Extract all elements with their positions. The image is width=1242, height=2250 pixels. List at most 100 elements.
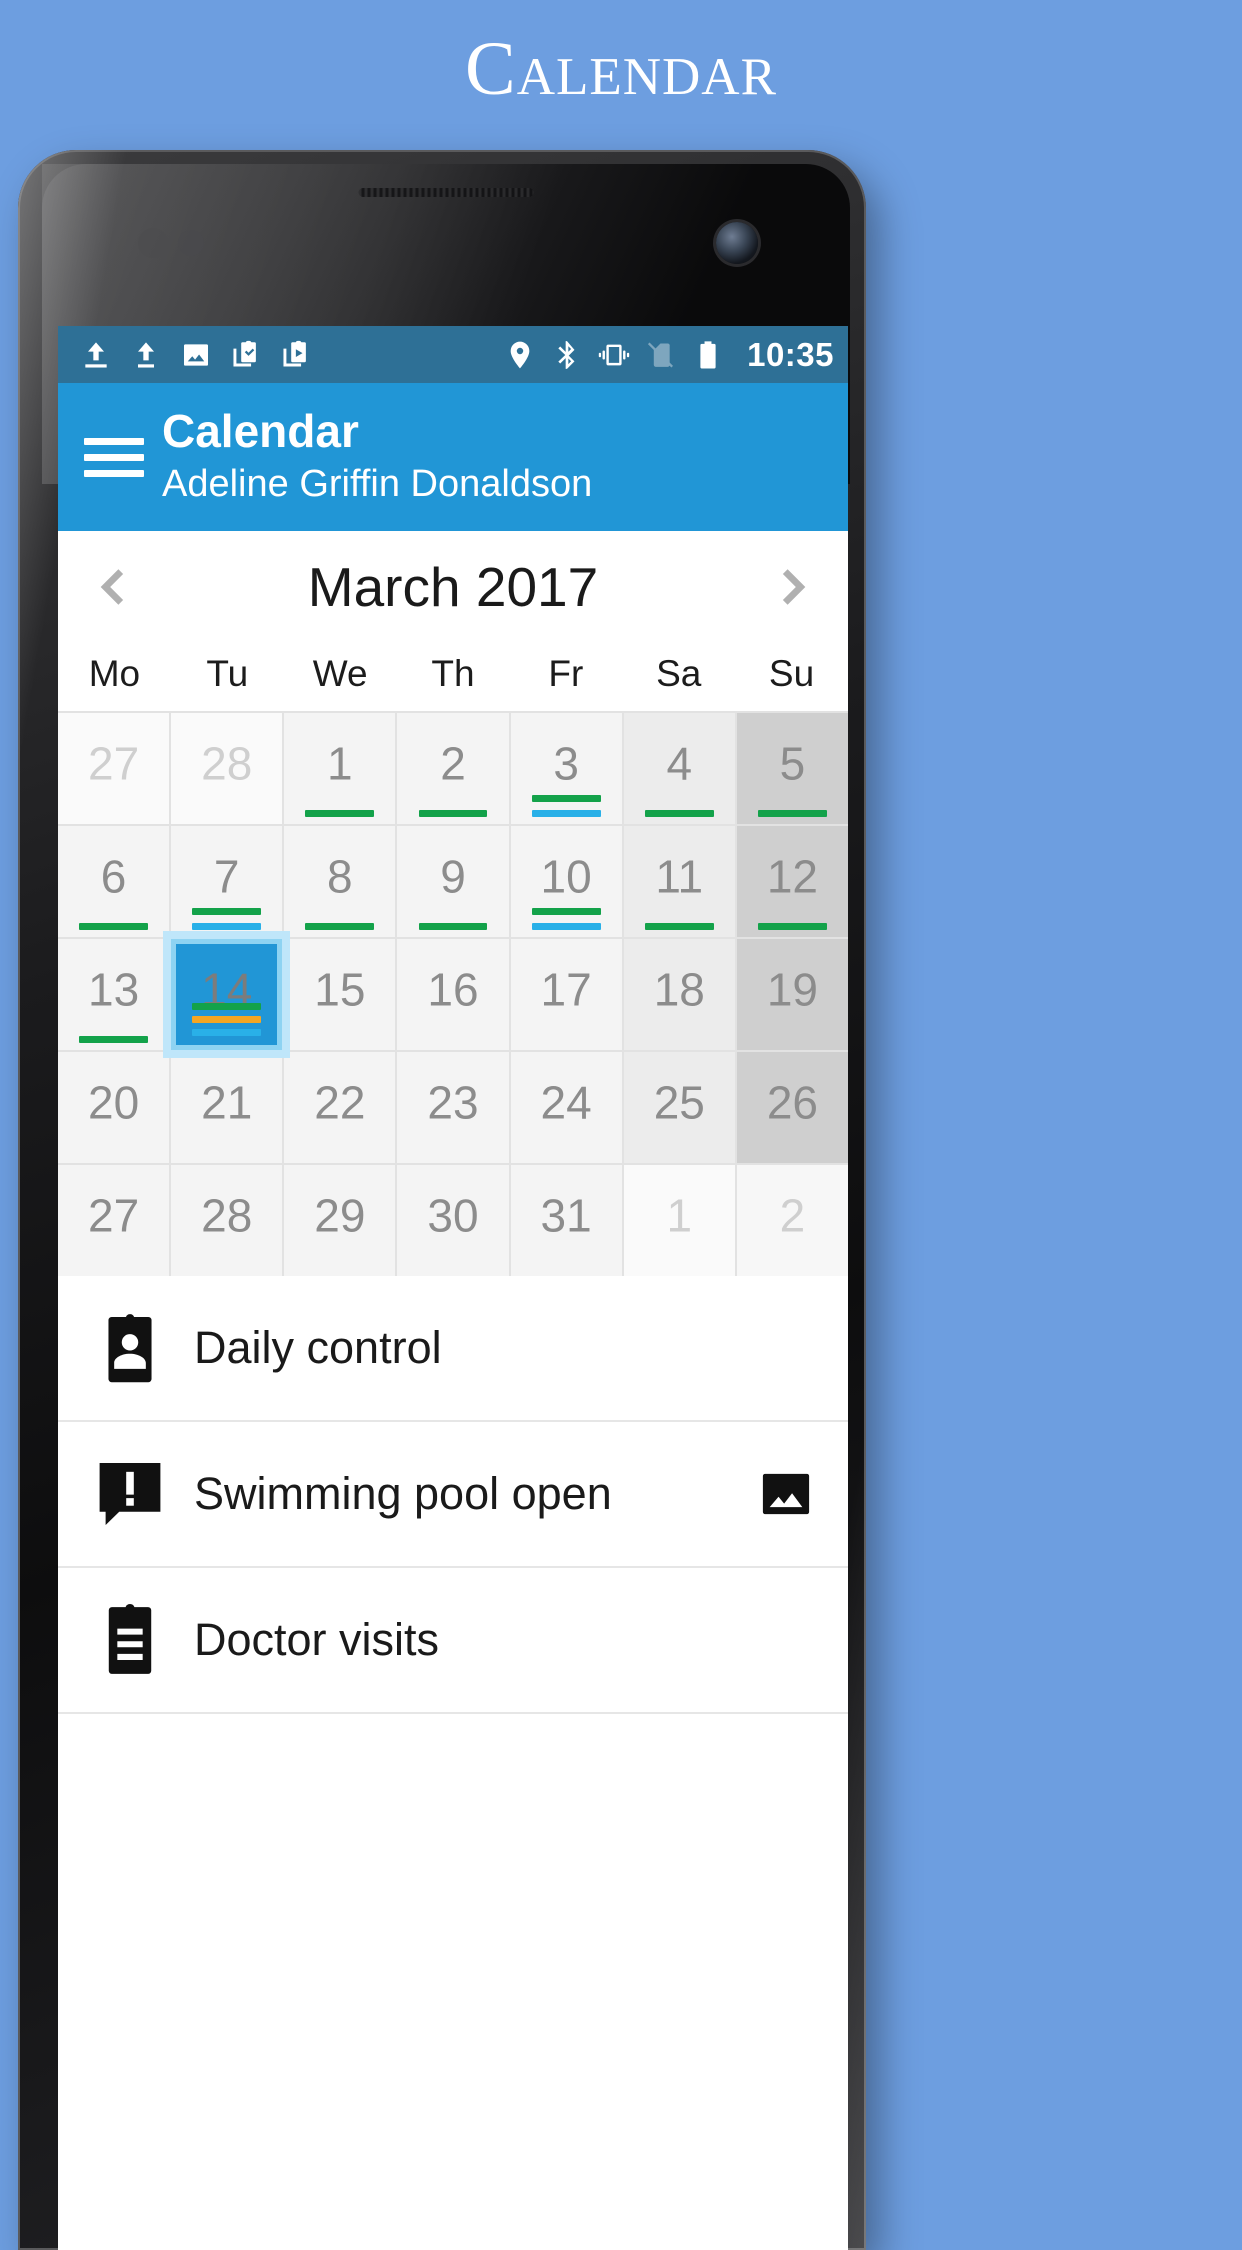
upload-icon [85,341,107,368]
calendar-day-cell[interactable]: 16 [397,939,509,1050]
day-number: 1 [327,736,353,789]
clipboard-play-icon [283,340,306,366]
calendar-day-cell[interactable]: 29 [284,1165,396,1276]
prev-month-button[interactable] [92,564,138,610]
calendar-day-cell[interactable]: 2 [397,713,509,824]
clipboard-check-icon [233,340,256,366]
event-indicator-bars [624,923,735,930]
event-bar-blue [531,923,601,930]
calendar-day-cell[interactable]: 30 [397,1165,509,1276]
calendar-day-cell[interactable]: 17 [510,939,622,1050]
next-month-button[interactable] [768,564,814,610]
calendar-day-cell[interactable]: 10 [510,826,622,937]
calendar-day-cell[interactable]: 8 [284,826,396,937]
calendar-day-cell[interactable]: 1 [284,713,396,824]
month-navigation: March 2017 [58,531,848,643]
event-bar-orange [192,1016,262,1023]
event-bar-green [531,795,601,802]
day-number: 21 [201,1075,253,1128]
earpiece-speaker [358,188,534,197]
calendar-day-cell[interactable]: 3 [510,713,622,824]
event-bar-green [305,923,375,930]
event-bar-green [192,1003,262,1010]
event-indicator-bars [737,923,848,930]
day-number: 16 [427,962,479,1015]
calendar-day-cell[interactable]: 28 [171,1165,283,1276]
event-list-item[interactable]: Doctor visits [58,1568,848,1714]
calendar-day-cell[interactable]: 13 [58,939,170,1050]
event-indicator-bars [737,810,848,817]
day-number: 9 [440,849,466,902]
event-list-item[interactable]: Daily control [58,1276,848,1422]
calendar-day-cell[interactable]: 6 [58,826,170,937]
light-sensor-icon [178,230,204,256]
calendar-day-cell[interactable]: 18 [623,939,735,1050]
weekday-label-su: Su [768,653,815,694]
calendar-day-cell[interactable]: 23 [397,1052,509,1163]
calendar-day-selected[interactable]: 14 [171,939,283,1050]
status-bar-right-icons: 10:35 [504,336,834,374]
weekday-label-mo: Mo [88,653,141,694]
day-number: 15 [314,962,366,1015]
calendar-day-cell[interactable]: 9 [397,826,509,937]
calendar-day-cell[interactable]: 22 [284,1052,396,1163]
calendar-day-cell[interactable]: 27 [58,713,170,824]
day-number: 18 [653,962,705,1015]
event-bar-blue [192,923,262,930]
calendar-day-cell[interactable]: 27 [58,1165,170,1276]
event-indicator-bars [624,810,735,817]
calendar-day-cell[interactable]: 24 [510,1052,622,1163]
no-sim-icon [648,341,674,368]
phone-screen: 10:35 Calendar Adeline Griffin Donaldson… [58,326,848,2250]
app-bar-text: Calendar Adeline Griffin Donaldson [162,406,592,507]
calendar-grid[interactable]: 27 28 1 2 3 4 5 6 7 8 9 10 11 12 13 14 15 16 17 18 19 20 21 22 2… [58,711,848,1276]
event-list-item[interactable]: Swimming pool open [58,1422,848,1568]
day-number: 19 [766,962,818,1015]
weekday-header-row: Mo Tu We Th Fr Sa Su [58,643,848,711]
calendar-day-cell[interactable]: 11 [623,826,735,937]
proximity-sensor-icon [138,228,168,258]
event-indicator-bars [511,795,622,817]
hamburger-icon[interactable] [84,429,144,486]
calendar-day-cell[interactable]: 4 [623,713,735,824]
calendar-day-cell[interactable]: 19 [736,939,848,1050]
calendar-day-cell[interactable]: 12 [736,826,848,937]
calendar-day-cell[interactable]: 28 [171,713,283,824]
day-number: 28 [201,1188,253,1241]
day-number: 2 [779,1188,806,1241]
event-bar-green [644,810,714,817]
calendar-day-cell[interactable]: 25 [623,1052,735,1163]
event-indicator-bars [511,908,622,930]
day-number: 28 [201,736,253,789]
clipboard-list-icon [92,1602,168,1678]
calendar-day-cell[interactable]: 1 [623,1165,735,1276]
day-number: 27 [87,736,140,789]
event-bar-green [79,923,149,930]
calendar-day-cell[interactable]: 2 [736,1165,848,1276]
event-bar-green [192,908,262,915]
person-badge-icon [92,1310,168,1386]
day-number: 20 [87,1075,140,1128]
event-bar-green [418,923,488,930]
event-bar-green [644,923,714,930]
day-number: 6 [100,849,127,902]
image-icon[interactable] [758,1466,814,1522]
image-icon [184,343,208,366]
calendar-day-cell[interactable]: 20 [58,1052,170,1163]
day-number: 27 [87,1188,140,1241]
calendar-day-cell[interactable]: 15 [284,939,396,1050]
calendar-day-cell[interactable]: 7 [171,826,283,937]
calendar-day-cell[interactable]: 26 [736,1052,848,1163]
event-bar-blue [192,1029,262,1036]
day-number: 23 [427,1075,479,1128]
weekday-label-tu: Tu [206,653,249,694]
day-number: 3 [553,736,579,789]
calendar-day-cell[interactable]: 31 [510,1165,622,1276]
weekday-label-sa: Sa [656,653,702,694]
calendar-day-cell[interactable]: 5 [736,713,848,824]
event-indicator-bars [397,923,508,930]
day-number: 10 [540,849,592,902]
event-bar-green [79,1036,149,1043]
location-pin-icon [510,341,530,368]
calendar-day-cell[interactable]: 21 [171,1052,283,1163]
